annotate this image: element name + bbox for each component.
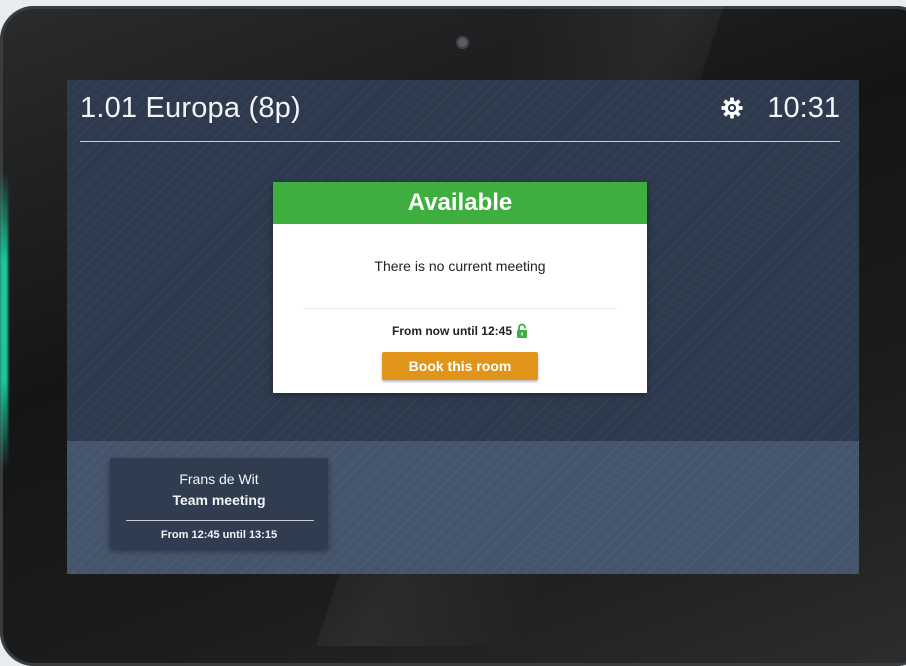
upcoming-meetings-strip: Frans de Wit Team meeting From 12:45 unt… — [67, 441, 859, 574]
gear-icon[interactable] — [721, 97, 743, 119]
room-display-screen: 1.01 Europa (8p) 10:31 Available There i… — [67, 80, 859, 574]
room-status-card: Available There is no current meeting Fr… — [273, 182, 647, 393]
divider — [303, 308, 617, 309]
divider — [126, 520, 314, 521]
meeting-organizer: Frans de Wit — [179, 471, 259, 487]
lock-icon — [517, 323, 527, 338]
meeting-card[interactable]: Frans de Wit Team meeting From 12:45 unt… — [110, 458, 328, 548]
status-led — [0, 170, 8, 470]
room-name: 1.01 Europa (8p) — [80, 92, 301, 124]
meeting-time: From 12:45 until 13:15 — [160, 529, 278, 541]
camera-icon — [456, 36, 469, 49]
status-label: Available — [273, 182, 647, 224]
availability-range-text: From now until 12:45 — [391, 324, 512, 338]
current-time: 10:31 — [767, 92, 840, 124]
current-meeting-message: There is no current meeting — [374, 258, 546, 274]
header-bar: 1.01 Europa (8p) 10:31 — [80, 80, 840, 142]
availability-range: From now until 12:45 — [273, 323, 647, 338]
book-room-button[interactable]: Book this room — [382, 352, 538, 380]
meeting-title: Team meeting — [172, 492, 266, 508]
